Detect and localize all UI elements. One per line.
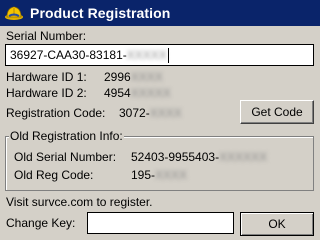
hardware-id1-value: 2996XXXX bbox=[104, 70, 163, 84]
registration-code-value: 3072-XXXX bbox=[119, 106, 182, 120]
construction-helmet-icon bbox=[5, 6, 23, 20]
hardware-id2-label: Hardware ID 2: bbox=[6, 86, 87, 100]
old-registration-legend: Old Registration Info: bbox=[9, 129, 124, 143]
ok-button[interactable]: OK bbox=[240, 212, 314, 236]
old-reg-code-masked: XXXX bbox=[155, 168, 188, 182]
text-caret bbox=[167, 47, 169, 63]
hardware-id2-value: 4954XXXXX bbox=[104, 86, 171, 100]
hardware-id1-label: Hardware ID 1: bbox=[6, 70, 87, 84]
visit-website-text: Visit survce.com to register. bbox=[6, 195, 153, 209]
serial-input[interactable]: 36927-CAA30-83181- XXXXX bbox=[5, 44, 314, 66]
hardware-id2-masked: XXXXX bbox=[130, 86, 171, 100]
hardware-id1-masked: XXXX bbox=[130, 70, 163, 84]
get-code-button[interactable]: Get Code bbox=[240, 100, 314, 124]
change-key-input[interactable] bbox=[87, 212, 234, 234]
window-title: Product Registration bbox=[30, 5, 171, 21]
old-serial-label: Old Serial Number: bbox=[14, 150, 117, 164]
old-reg-code-label: Old Reg Code: bbox=[14, 168, 94, 182]
old-serial-masked: XXXXXX bbox=[219, 150, 268, 164]
registration-code-label: Registration Code: bbox=[6, 106, 106, 120]
change-key-label: Change Key: bbox=[6, 216, 76, 230]
serial-value: 36927-CAA30-83181- bbox=[10, 48, 127, 62]
title-bar: Product Registration bbox=[0, 0, 320, 26]
serial-masked: XXXXX bbox=[126, 48, 167, 62]
serial-label: Serial Number: bbox=[6, 29, 87, 43]
old-serial-value: 52403-9955403-XXXXXX bbox=[131, 150, 268, 164]
old-reg-code-value: 195-XXXX bbox=[131, 168, 188, 182]
registration-code-masked: XXXX bbox=[149, 106, 182, 120]
